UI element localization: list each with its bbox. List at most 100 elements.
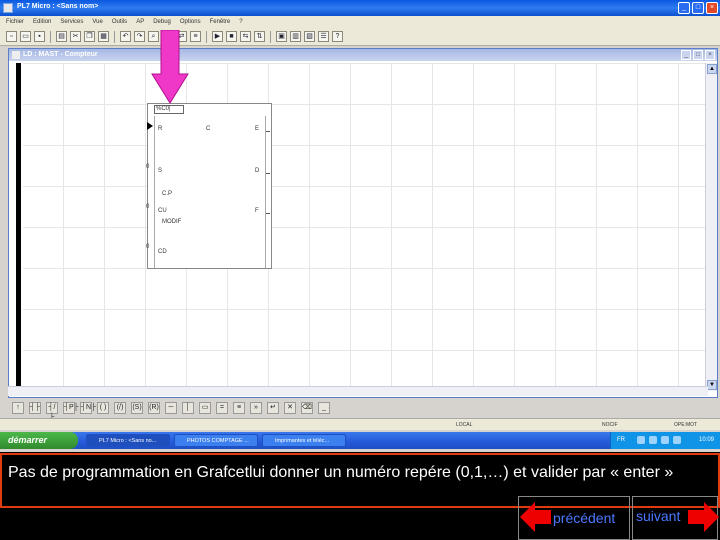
minimize-button[interactable]: _	[678, 2, 690, 14]
start-button[interactable]: démarrer	[0, 432, 78, 449]
tray-update-icon[interactable]	[673, 436, 681, 444]
pl7-app-icon	[3, 3, 13, 13]
erase-link-icon[interactable]: ⌫	[301, 402, 313, 414]
operate-block-icon[interactable]: ≡	[233, 402, 245, 414]
tray-network-icon[interactable]	[637, 436, 645, 444]
stack-icon[interactable]: ≡	[190, 31, 201, 42]
highlight-arrow-icon	[151, 30, 189, 104]
scroll-up-icon[interactable]: ▲	[707, 64, 717, 74]
contact-nc-icon[interactable]: ┤/├	[46, 402, 58, 421]
pin-label-modif: MODIF	[162, 219, 182, 225]
menu-bar: Fichier Edition Services Vue Outils AP D…	[0, 16, 720, 28]
editor-title: LD : MAST - Compteur	[23, 51, 98, 58]
menu-edition[interactable]: Edition	[33, 19, 51, 25]
pin-value-s: 0	[146, 164, 150, 170]
pin-label-cd: CD	[158, 249, 167, 255]
menu-vue[interactable]: Vue	[92, 19, 102, 25]
output-label-d: D	[255, 168, 260, 174]
move-up-icon[interactable]: ↑	[12, 402, 24, 414]
cut-icon[interactable]: ✂	[70, 31, 81, 42]
transfer-icon[interactable]: ⇅	[254, 31, 265, 42]
underline-icon[interactable]: _	[318, 402, 330, 414]
contact-n-icon[interactable]: ┤N├	[80, 402, 96, 414]
return-icon[interactable]: ↵	[267, 402, 279, 414]
status-bar: LOCAL NOCIF OPE:MOT	[0, 418, 720, 430]
coil-set-icon[interactable]: (S)	[131, 402, 143, 414]
function-block-icon[interactable]: ▭	[199, 402, 211, 414]
output-label-f: F	[255, 208, 259, 214]
previous-arrow-icon[interactable]	[519, 500, 553, 534]
pin-label-cp: C.P	[162, 191, 173, 197]
paste-icon[interactable]: ▦	[98, 31, 109, 42]
task-photos-comptage[interactable]: PHOTOS COMPTAGE ...	[174, 434, 258, 447]
cursor-pointer-icon	[147, 122, 153, 130]
stop-icon[interactable]: ■	[226, 31, 237, 42]
copy-icon[interactable]: ❐	[84, 31, 95, 42]
new-file-icon[interactable]: ▫	[6, 31, 17, 42]
coil-icon[interactable]: ( )	[97, 402, 109, 414]
print-icon[interactable]: ▤	[56, 31, 67, 42]
vertical-link-icon[interactable]: │	[182, 402, 194, 414]
toolbar-separator	[114, 30, 115, 43]
menu-debug[interactable]: Debug	[153, 19, 171, 25]
menu-services[interactable]: Services	[60, 19, 83, 25]
contact-p-icon[interactable]: ┤P├	[63, 402, 79, 414]
previous-link[interactable]: précédent	[553, 510, 615, 526]
language-indicator[interactable]: FR	[617, 437, 625, 443]
toolbar-separator	[206, 30, 207, 43]
status-local: LOCAL	[456, 422, 473, 428]
compare-block-icon[interactable]: =	[216, 402, 228, 414]
editor-icon	[12, 51, 20, 59]
delete-element-icon[interactable]: ✕	[284, 402, 296, 414]
connect-icon[interactable]: ⇆	[240, 31, 251, 42]
editor-maximize-button[interactable]: □	[693, 50, 703, 60]
run-icon[interactable]: ▶	[212, 31, 223, 42]
editor-minimize-button[interactable]: _	[681, 50, 691, 60]
undo-icon[interactable]: ↶	[120, 31, 131, 42]
jump-icon[interactable]: »	[250, 402, 262, 414]
clock: 10:09	[698, 437, 714, 443]
next-link[interactable]: suivant	[636, 508, 680, 524]
horizontal-scrollbar[interactable]	[8, 386, 708, 396]
pin-label-r: R	[158, 126, 163, 132]
open-folder-icon[interactable]: ▭	[20, 31, 31, 42]
status-operation: OPE:MOT	[674, 422, 698, 428]
counter-function-block[interactable]: %C0| R S C.P CU MODIF CD C E D F 0 0 0	[146, 103, 272, 269]
task-pl7-micro[interactable]: PL7 Micro : <Sans no...	[86, 434, 170, 447]
menu-fichier[interactable]: Fichier	[6, 19, 24, 25]
next-arrow-icon[interactable]	[686, 500, 720, 534]
menu-ap[interactable]: AP	[136, 19, 144, 25]
vertical-scrollbar[interactable]: ▲ ▼	[705, 63, 717, 391]
browser-icon[interactable]: ▧	[304, 31, 315, 42]
contact-no-icon[interactable]: ┤├	[29, 402, 41, 414]
output-label-c: C	[206, 126, 211, 132]
tray-volume-icon[interactable]	[649, 436, 657, 444]
main-toolbar: ▫ ▭ ▪ ▤ ✂ ❐ ▦ ↶ ↷ ⌕ ∞ ⇄ ≡ ▶ ■ ⇆ ⇅ ▣ ▥ ▧ …	[0, 28, 720, 46]
list-icon[interactable]: ☰	[318, 31, 329, 42]
horizontal-link-icon[interactable]: ─	[165, 402, 177, 414]
save-icon[interactable]: ▪	[34, 31, 45, 42]
menu-fenetre[interactable]: Fenêtre	[210, 19, 231, 25]
coil-inverse-icon[interactable]: (/)	[114, 402, 126, 414]
help-icon[interactable]: ?	[332, 31, 343, 42]
editor-close-button[interactable]: ×	[705, 50, 715, 60]
layout-icon[interactable]: ▥	[290, 31, 301, 42]
tray-security-icon[interactable]	[661, 436, 669, 444]
task-imprimantes[interactable]: Imprimantes et téléc...	[262, 434, 346, 447]
pin-label-s: S	[158, 168, 163, 174]
close-button[interactable]: ×	[706, 2, 718, 14]
toolbar-separator	[50, 30, 51, 43]
coil-reset-icon[interactable]: (R)	[148, 402, 160, 414]
pin-label-cu: CU	[158, 208, 167, 214]
menu-outils[interactable]: Outils	[112, 19, 127, 25]
redo-icon[interactable]: ↷	[134, 31, 145, 42]
output-label-e: E	[255, 126, 260, 132]
ladder-grid[interactable]	[23, 63, 705, 391]
menu-options[interactable]: Options	[180, 19, 201, 25]
menu-help[interactable]: ?	[239, 19, 242, 25]
scroll-down-icon[interactable]: ▼	[707, 380, 717, 390]
window-icon[interactable]: ▣	[276, 31, 287, 42]
maximize-button[interactable]: □	[692, 2, 704, 14]
pin-value-cu: 0	[146, 204, 150, 210]
counter-instance-input[interactable]: %C0|	[154, 105, 184, 114]
